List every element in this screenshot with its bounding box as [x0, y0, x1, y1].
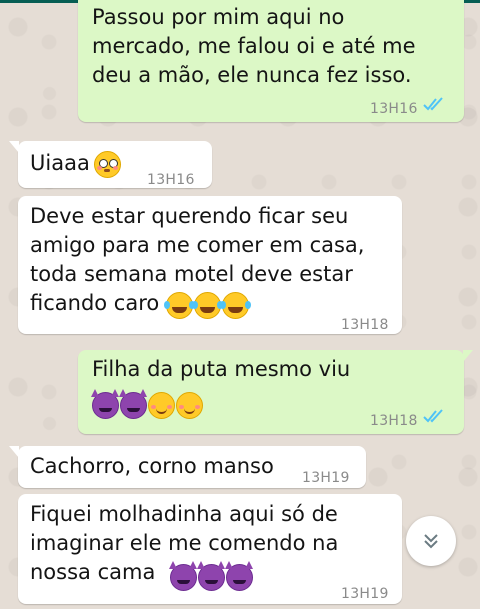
smiling-face-emoji: [148, 392, 175, 419]
incoming-message[interactable]: Cachorro, corno manso 13H19: [9, 446, 366, 488]
message-text: Cachorro, corno manso: [30, 454, 274, 478]
incoming-message[interactable]: Uiaaa 13H16: [9, 141, 212, 188]
tears-of-joy-emoji: [192, 292, 223, 319]
smiling-imp-emoji: [91, 389, 119, 419]
smiling-face-emoji: [176, 392, 203, 419]
smiling-imp-emoji: [225, 561, 253, 591]
scroll-to-bottom-button[interactable]: [406, 516, 456, 566]
smiling-imp-emoji: [169, 561, 197, 591]
message-text: Uiaaa: [30, 151, 90, 175]
message-time: 13H16: [370, 101, 418, 117]
smiling-imp-emoji: [119, 389, 147, 419]
message-time: 13H18: [370, 413, 418, 429]
smiling-imp-emoji: [197, 561, 225, 591]
emoji-group: [164, 292, 251, 322]
message-text: Filha da puta mesmo viu: [92, 357, 351, 381]
outgoing-message[interactable]: Filha da puta mesmo viu 13H18: [78, 350, 473, 434]
incoming-message[interactable]: Fiquei molhadinha aqui só de imaginar el…: [18, 494, 402, 604]
message-text: Passou por mim aqui no mercado, me falou…: [92, 5, 416, 87]
tears-of-joy-emoji: [220, 292, 251, 319]
emoji-group: [91, 389, 204, 422]
message-time: 13H18: [341, 317, 389, 333]
double-check-read-icon: [423, 97, 443, 111]
double-chevron-down-icon: [424, 534, 438, 549]
message-time: 13H16: [147, 172, 195, 188]
double-check-read-icon: [423, 409, 443, 423]
message-time: 13H19: [302, 470, 350, 486]
emoji-group: [169, 561, 254, 594]
flushed-face-emoji: [94, 151, 121, 178]
tears-of-joy-emoji: [164, 292, 195, 319]
incoming-message[interactable]: Deve estar querendo ficar seu amigo para…: [18, 196, 402, 334]
outgoing-message[interactable]: Passou por mim aqui no mercado, me falou…: [78, 0, 464, 122]
message-time: 13H19: [341, 586, 389, 602]
